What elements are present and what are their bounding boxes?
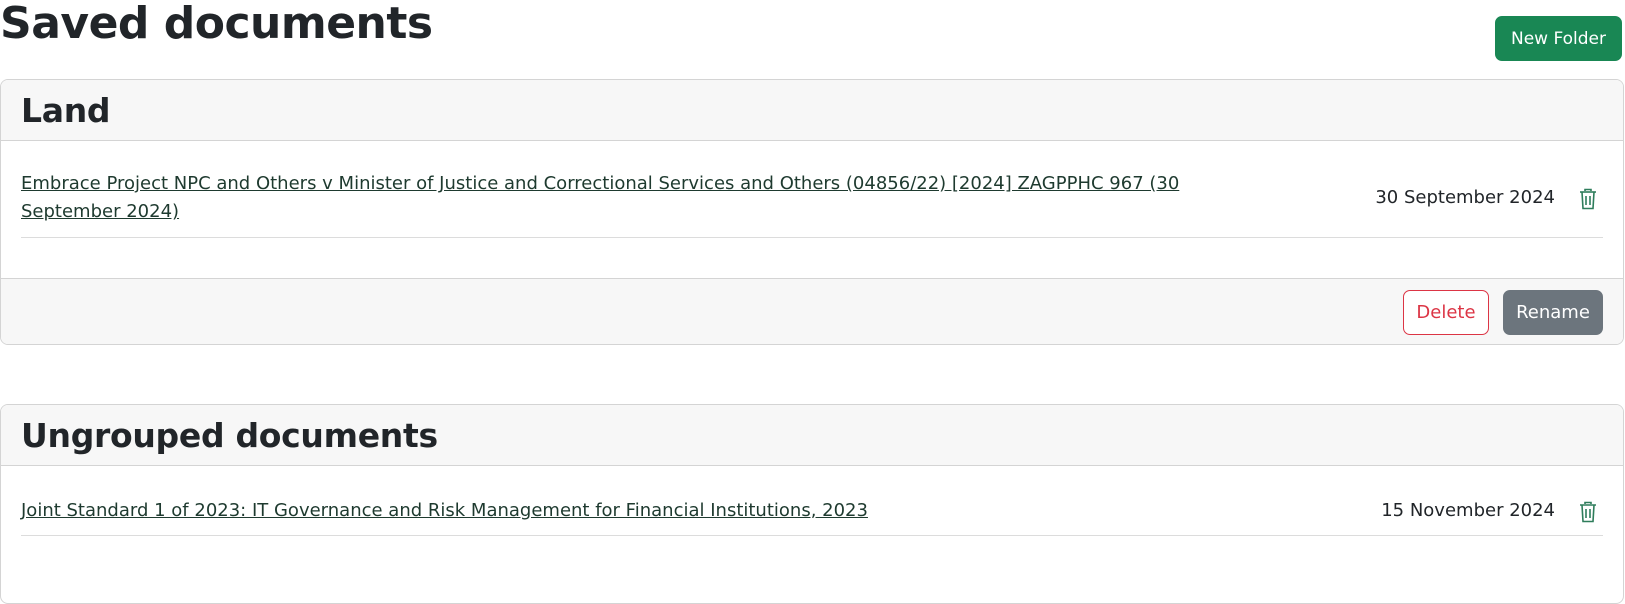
ungrouped-title: Ungrouped documents [21, 415, 438, 455]
ungrouped-card-header: Ungrouped documents [1, 405, 1623, 466]
delete-folder-button[interactable]: Delete [1403, 290, 1489, 335]
ungrouped-card: Ungrouped documents Joint Standard 1 of … [0, 404, 1624, 604]
page-title: Saved documents [0, 0, 433, 49]
folder-title: Land [21, 90, 111, 130]
folder-card-footer: Delete Rename [1, 278, 1623, 344]
rename-folder-button[interactable]: Rename [1503, 290, 1603, 335]
trash-icon[interactable] [1579, 188, 1597, 210]
document-link[interactable]: Embrace Project NPC and Others v Ministe… [21, 170, 1181, 226]
folder-card-header: Land [1, 80, 1623, 141]
document-row: Joint Standard 1 of 2023: IT Governance … [21, 466, 1603, 536]
document-date: 15 November 2024 [1381, 500, 1555, 521]
new-folder-button[interactable]: New Folder [1495, 16, 1622, 61]
trash-icon[interactable] [1579, 501, 1597, 523]
document-date: 30 September 2024 [1375, 187, 1555, 208]
folder-card: Land Embrace Project NPC and Others v Mi… [0, 79, 1624, 345]
document-row: Embrace Project NPC and Others v Ministe… [21, 141, 1603, 238]
document-link[interactable]: Joint Standard 1 of 2023: IT Governance … [21, 497, 1181, 525]
